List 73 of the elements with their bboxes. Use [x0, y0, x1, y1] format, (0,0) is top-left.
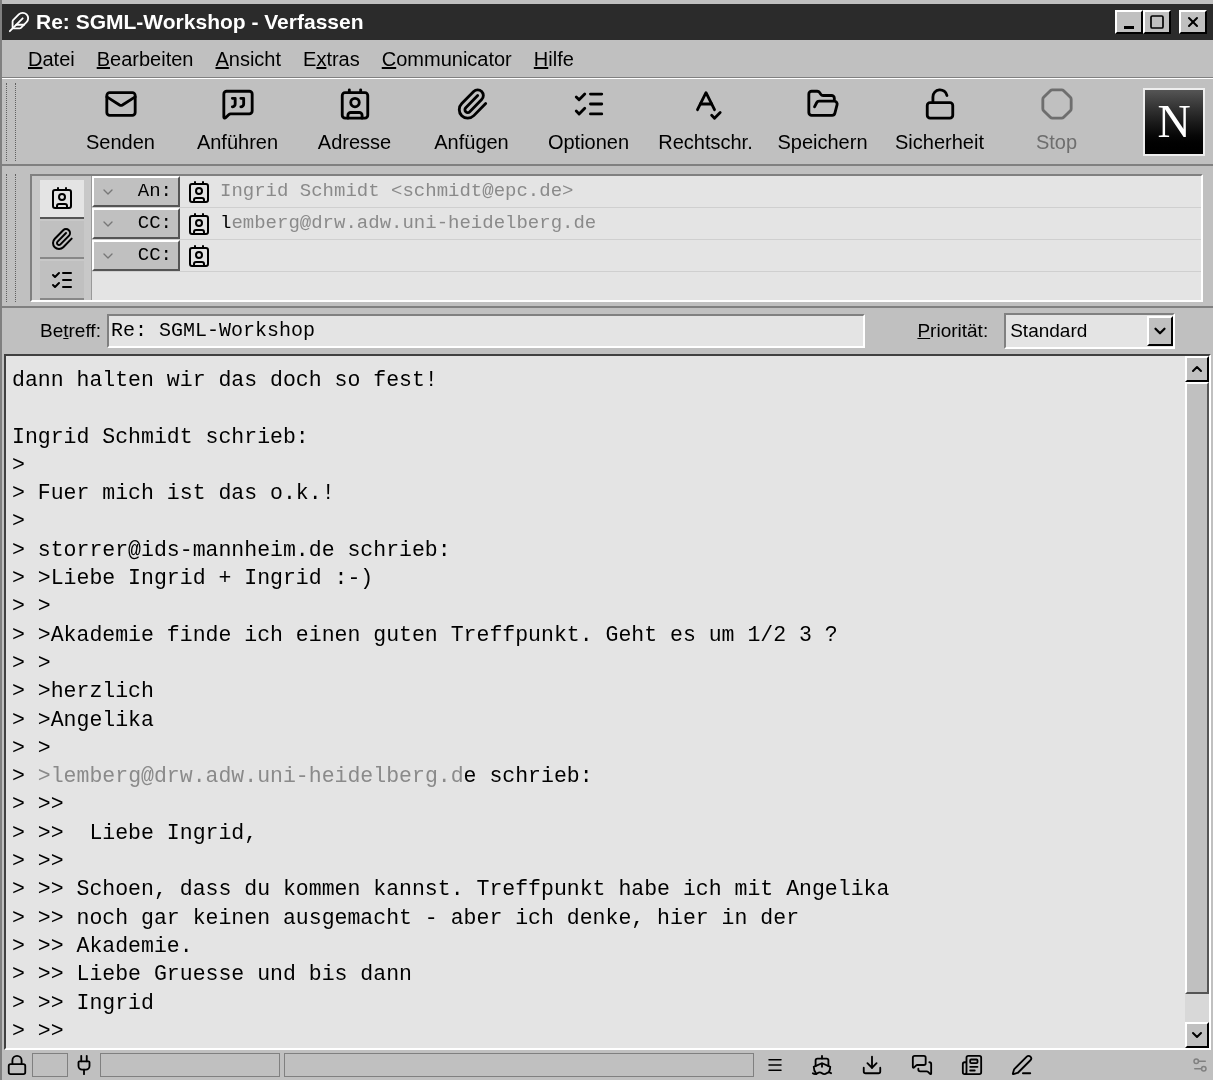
- netscape-logo: N: [1143, 87, 1205, 156]
- close-button[interactable]: [1179, 10, 1207, 34]
- close-icon: [1185, 14, 1201, 30]
- discussion-icon[interactable]: [910, 1054, 934, 1076]
- message-line: > >> Liebe Gruesse und bis dann: [12, 961, 412, 989]
- contact-card-icon: [186, 243, 212, 268]
- message-line: > >lemberg@drw.adw.uni-heidelberg.de schrieb:: [12, 763, 593, 791]
- toolbar-grip[interactable]: [6, 174, 16, 302]
- menu-item[interactable]: Extras: [303, 43, 360, 74]
- message-line: > >> Liebe Ingrid,: [12, 819, 258, 847]
- menu-item[interactable]: Hilfe: [533, 43, 574, 74]
- message-line: > >>: [12, 1017, 64, 1045]
- recipient-field[interactable]: lemberg@drw.adw.uni-heidelberg.de: [220, 209, 597, 238]
- menu-item[interactable]: Communicator: [381, 43, 512, 74]
- message-line: > >> Ingrid: [12, 989, 154, 1017]
- message-line: > >: [12, 649, 51, 677]
- message-body[interactable]: [4, 354, 1211, 1050]
- address-tab[interactable]: [39, 220, 84, 260]
- menu-item[interactable]: Datei: [28, 43, 75, 74]
- message-line: > >>: [12, 791, 64, 819]
- toolbar-button[interactable]: Anfügen: [413, 82, 530, 161]
- message-line: dann halten wir das doch so fest!: [12, 367, 438, 394]
- message-line: > >> noch gar keinen ausgemacht - aber ich denke, hier in der: [12, 904, 800, 932]
- toolbar-grip[interactable]: [6, 82, 16, 161]
- message-line: > >Liebe Ingrid + Ingrid :-): [12, 565, 374, 593]
- status-panel: [32, 1053, 68, 1077]
- menu-item[interactable]: Bearbeiten: [96, 43, 194, 74]
- priority-select[interactable]: Standard: [1004, 313, 1175, 349]
- contact-card-icon: [186, 179, 212, 204]
- message-line: > >Angelika: [12, 706, 154, 734]
- priority-label: Priorität:: [917, 318, 989, 343]
- toolbar-button[interactable]: Senden: [62, 82, 179, 161]
- message-line: > >Akademie finde ich einen guten Treffpunkt. Geht es um 1/2 3 ?: [12, 621, 838, 649]
- scroll-down-button[interactable]: [1185, 1022, 1209, 1048]
- minimize-icon: [1124, 25, 1134, 29]
- toolbar-button[interactable]: Speichern: [764, 82, 881, 161]
- maximize-icon: [1149, 14, 1165, 30]
- recipient-type-button[interactable]: CC:: [92, 208, 180, 239]
- subject-label: Betreff:: [40, 318, 101, 343]
- window-title: Re: SGML-Workshop - Verfassen: [36, 9, 364, 36]
- contact-card-icon: [186, 211, 212, 236]
- message-line: >: [12, 451, 25, 479]
- recipient-type-button[interactable]: CC:: [92, 240, 180, 271]
- toolbar-button[interactable]: Adresse: [296, 82, 413, 161]
- message-line: >: [12, 508, 25, 536]
- scroll-up-button[interactable]: [1185, 356, 1209, 382]
- message-line: > >>: [12, 848, 64, 876]
- toolbar-button[interactable]: Rechtschr.: [647, 82, 764, 161]
- message-line: > >herzlich: [12, 678, 154, 706]
- recipient-type-button[interactable]: An:: [92, 176, 180, 207]
- compose-icon[interactable]: [1010, 1054, 1034, 1076]
- address-tab[interactable]: [39, 180, 84, 219]
- subject-field[interactable]: Re: SGML-Workshop: [106, 314, 866, 348]
- message-line: > >: [12, 734, 51, 762]
- message-line: > storrer@ids-mannheim.de schrieb:: [12, 536, 451, 564]
- toolbar-button[interactable]: Sicherheit: [881, 82, 998, 161]
- paperclip-icon: [49, 227, 74, 251]
- lock-icon[interactable]: [6, 1054, 28, 1076]
- inbox-icon[interactable]: [860, 1054, 884, 1076]
- maximize-button[interactable]: [1143, 10, 1171, 34]
- stop-icon: [1039, 86, 1074, 121]
- message-line: Ingrid Schmidt schrieb:: [12, 423, 309, 451]
- minimize-button[interactable]: [1115, 10, 1143, 34]
- message-line: > >> Schoen, dass du kommen kannst. Treffpunkt habe ich mit Angelika: [12, 876, 890, 904]
- app-icon: [8, 11, 30, 33]
- address-tab[interactable]: [39, 261, 84, 300]
- toolbar-button[interactable]: Anführen: [179, 82, 296, 161]
- menu-item[interactable]: Ansicht: [215, 43, 282, 74]
- message-line: > >> Akademie.: [12, 932, 193, 960]
- message-line: > Fuer mich ist das o.k.!: [12, 480, 335, 508]
- contact-card-icon: [49, 186, 74, 211]
- toolbar-button[interactable]: Optionen: [530, 82, 647, 161]
- message-line: > >: [12, 593, 51, 621]
